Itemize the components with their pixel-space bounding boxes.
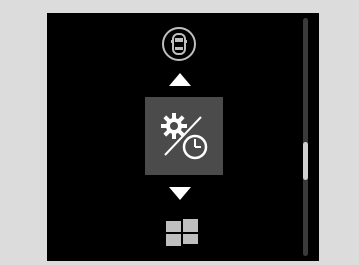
- scroll-down-arrow-icon[interactable]: [169, 187, 191, 200]
- display-screen: [47, 13, 319, 261]
- scrollbar-thumb[interactable]: [303, 142, 308, 180]
- scrollbar[interactable]: [303, 18, 308, 256]
- car-icon[interactable]: [161, 26, 197, 62]
- settings-tile[interactable]: [145, 97, 223, 175]
- gear-clock-icon: [161, 113, 208, 160]
- apps-tiles-icon[interactable]: [163, 217, 201, 249]
- scroll-up-arrow-icon[interactable]: [169, 73, 191, 86]
